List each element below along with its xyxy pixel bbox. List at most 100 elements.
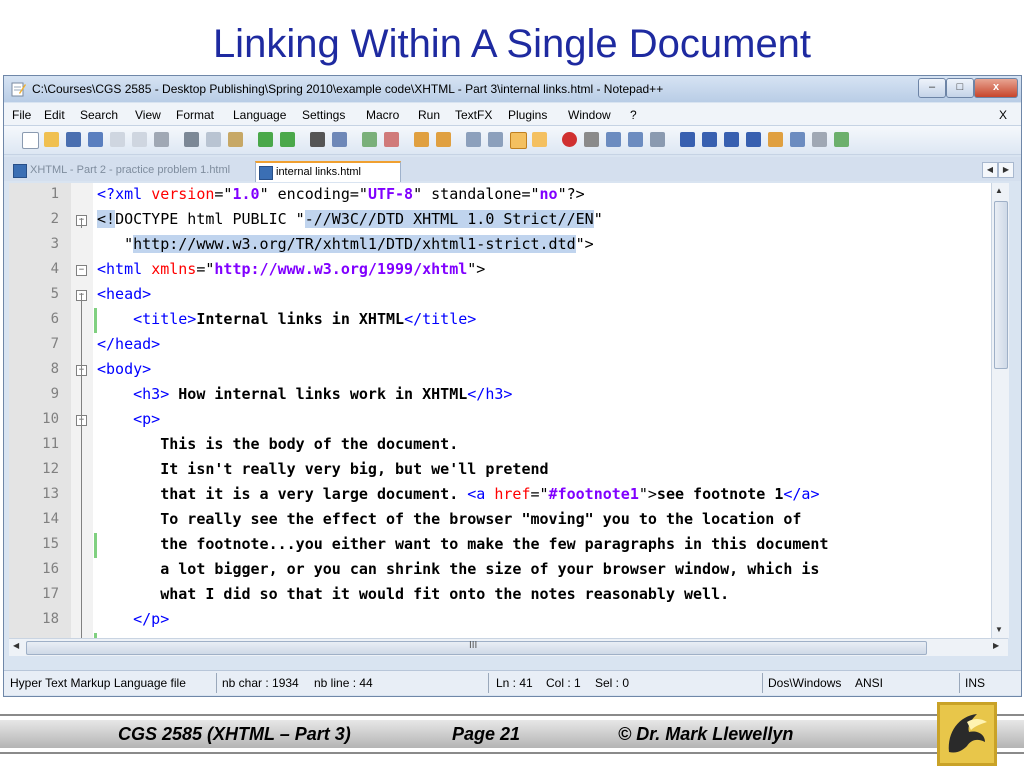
scroll-left-icon[interactable]: ◀ [13, 641, 19, 650]
comment-icon[interactable] [790, 132, 805, 147]
horizontal-scrollbar[interactable]: ◀ III ▶ [9, 638, 1008, 656]
close-document-button[interactable]: X [999, 108, 1007, 122]
indent-guide-icon[interactable] [510, 132, 527, 149]
sync-horizontal-icon[interactable] [436, 132, 451, 147]
paste-icon[interactable] [228, 132, 243, 147]
plugin-manager-icon[interactable] [812, 132, 827, 147]
horizontal-scroll-thumb[interactable]: III [26, 640, 927, 655]
code-line[interactable]: 3 "http://www.w3.org/TR/xhtml1/DTD/xhtml… [9, 233, 991, 258]
code-line[interactable]: 13 that it is a very large document. <a … [9, 483, 991, 508]
menu-window[interactable]: Window [568, 108, 611, 122]
save-macro-icon[interactable] [650, 132, 665, 147]
user-lang-icon[interactable] [532, 132, 547, 147]
menu-macro[interactable]: Macro [366, 108, 399, 122]
code-line[interactable]: 11 This is the body of the document. [9, 433, 991, 458]
code-token: =" [214, 185, 233, 203]
code-line[interactable]: 12 It isn't really very big, but we'll p… [9, 458, 991, 483]
show-all-chars-icon[interactable] [488, 132, 503, 147]
menu-search[interactable]: Search [80, 108, 118, 122]
play-macro-icon[interactable] [606, 132, 621, 147]
vertical-scroll-thumb[interactable] [994, 201, 1008, 369]
undo-icon[interactable] [258, 132, 273, 147]
code-token: what I did so that it would fit onto the… [97, 585, 730, 603]
code-line[interactable]: 9 <h3> How internal links work in XHTML<… [9, 383, 991, 408]
slide-title: Linking Within A Single Document [212, 22, 812, 66]
close-button[interactable]: x [974, 78, 1018, 98]
save-all-icon[interactable] [88, 132, 103, 147]
line-number: 11 [42, 436, 59, 452]
code-line[interactable]: 8−<body> [9, 358, 991, 383]
code-line[interactable]: 6 <title>Internal links in XHTML</title> [9, 308, 991, 333]
code-text: To really see the effect of the browser … [97, 510, 801, 528]
code-text: <title>Internal links in XHTML</title> [97, 310, 476, 328]
zoom-in-icon[interactable] [362, 132, 377, 147]
menu-format[interactable]: Format [176, 108, 214, 122]
code-line[interactable]: 17 what I did so that it would fit onto … [9, 583, 991, 608]
maximize-button[interactable]: □ [946, 78, 974, 98]
run-macro-multiple-icon[interactable] [628, 132, 643, 147]
line-number: 4 [50, 261, 59, 277]
code-token: that it is a very large document. [97, 485, 468, 503]
redo-icon[interactable] [280, 132, 295, 147]
zoom-out-icon[interactable] [384, 132, 399, 147]
sync-vertical-icon[interactable] [414, 132, 429, 147]
save-icon[interactable] [66, 132, 81, 147]
minimize-button[interactable]: – [918, 78, 946, 98]
menu-file[interactable]: File [12, 108, 31, 122]
code-text: This is the body of the document. [97, 435, 458, 453]
close-all-icon[interactable] [132, 132, 147, 147]
code-token: http://www.w3.org/TR/xhtml1/DTD/xhtml1-s… [133, 235, 576, 253]
window-titlebar[interactable]: C:\Courses\CGS 2585 - Desktop Publishing… [4, 76, 1021, 102]
code-line[interactable]: 7 </head> [9, 333, 991, 358]
scroll-right-icon[interactable]: ▶ [993, 641, 999, 650]
sort-icon[interactable] [680, 132, 695, 147]
fold-toggle-icon[interactable]: − [76, 265, 87, 276]
code-text: <body> [97, 360, 151, 378]
tab-practice-problem[interactable]: XHTML - Part 2 - practice problem 1.html [10, 161, 268, 180]
open-file-icon[interactable] [44, 132, 59, 147]
plugin-icon[interactable] [768, 132, 783, 147]
move-down-icon[interactable] [724, 132, 739, 147]
menu-language[interactable]: Language [233, 108, 286, 122]
tab-internal-links[interactable]: internal links.html [255, 161, 401, 182]
print-icon[interactable] [154, 132, 169, 147]
menu-plugins[interactable]: Plugins [508, 108, 547, 122]
close-icon[interactable] [110, 132, 125, 147]
status-line: Ln : 41 [496, 676, 533, 690]
cut-icon[interactable] [184, 132, 199, 147]
tab-scroll-left-icon[interactable]: ◀ [982, 162, 998, 178]
vertical-scrollbar[interactable]: ▲ ▼ [991, 183, 1009, 638]
find-icon[interactable] [310, 132, 325, 147]
code-token: version [151, 185, 215, 203]
code-line[interactable]: 16 a lot bigger, or you can shrink the s… [9, 558, 991, 583]
record-macro-icon[interactable] [562, 132, 577, 147]
stop-macro-icon[interactable] [584, 132, 599, 147]
copy-icon[interactable] [206, 132, 221, 147]
code-line[interactable]: 2−<!DOCTYPE html PUBLIC "-//W3C//DTD XHT… [9, 208, 991, 233]
code-line[interactable]: 1 <?xml version="1.0" encoding="UTF-8" st… [9, 183, 991, 208]
code-editor[interactable]: 1 <?xml version="1.0" encoding="UTF-8" st… [9, 183, 991, 638]
word-wrap-icon[interactable] [466, 132, 481, 147]
scroll-up-icon[interactable]: ▲ [995, 186, 1003, 195]
tab-scroll-right-icon[interactable]: ▶ [998, 162, 1014, 178]
sort-desc-icon[interactable] [746, 132, 761, 147]
menu-help[interactable]: ? [630, 108, 637, 122]
menu-textfx[interactable]: TextFX [455, 108, 492, 122]
menu-settings[interactable]: Settings [302, 108, 345, 122]
code-line[interactable]: 5−<head> [9, 283, 991, 308]
code-line[interactable]: 10− <p> [9, 408, 991, 433]
scroll-down-icon[interactable]: ▼ [995, 625, 1003, 634]
menu-view[interactable]: View [135, 108, 161, 122]
code-line[interactable]: 4 − <html xmlns="http://www.w3.org/1999/xh… [9, 258, 991, 283]
line-number: 2 [50, 211, 59, 227]
code-line[interactable]: 14 To really see the effect of the brows… [9, 508, 991, 533]
menu-edit[interactable]: Edit [44, 108, 65, 122]
replace-icon[interactable] [332, 132, 347, 147]
move-up-icon[interactable] [702, 132, 717, 147]
code-line[interactable]: 18 </p> [9, 608, 991, 633]
code-line[interactable]: 15 the footnote...you either want to mak… [9, 533, 991, 558]
spell-check-icon[interactable] [834, 132, 849, 147]
new-file-icon[interactable] [22, 132, 39, 149]
menu-run[interactable]: Run [418, 108, 440, 122]
fold-guide [81, 418, 82, 638]
